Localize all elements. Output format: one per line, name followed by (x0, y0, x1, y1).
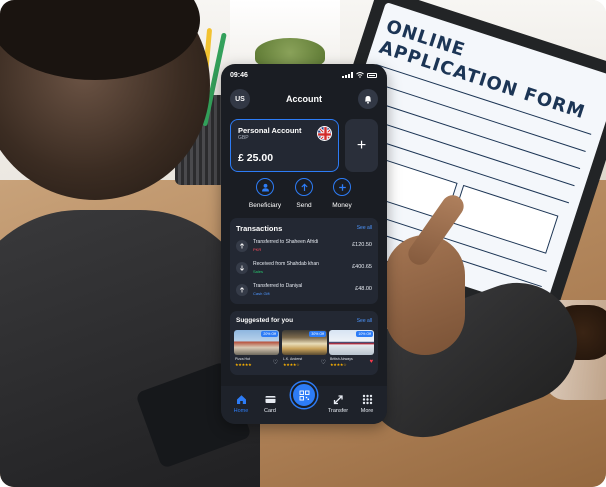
star-rating: ★★★★☆ (283, 362, 300, 367)
heart-icon[interactable]: ♡ (273, 359, 278, 366)
offer-name: British Airways (330, 357, 353, 361)
offer-card[interactable]: 30% Off L.K. Anderst ★★★★☆ ♡ (282, 330, 327, 371)
uk-flag-icon (317, 126, 332, 141)
transaction-amount: £48.00 (355, 286, 372, 292)
suggested-panel: Suggested for you See all 20% Off Pizza … (230, 311, 378, 375)
heart-icon[interactable]: ♡ (321, 359, 326, 366)
signal-icon (342, 72, 353, 78)
money-label: Money (332, 202, 352, 209)
app-header: US Account (221, 88, 387, 110)
transaction-tag: Cash Gift (253, 291, 270, 296)
status-icons (342, 72, 377, 78)
user-icon (256, 178, 274, 196)
banking-app-screen: 09:46 US Account Personal Account GBP £ … (221, 64, 387, 424)
arrow-up-icon (295, 178, 313, 196)
arrow-up-icon (236, 240, 248, 252)
nav-transfer[interactable]: Transfer (323, 394, 353, 414)
nav-home-label: Home (233, 408, 249, 414)
add-account-button[interactable]: + (345, 119, 378, 172)
transaction-amount: £400.65 (352, 264, 372, 270)
star-rating: ★★★★★ (235, 362, 252, 367)
wifi-icon (356, 72, 364, 78)
transaction-amount: £120.50 (352, 242, 372, 248)
suggested-see-all-link[interactable]: See all (357, 318, 372, 324)
offer-card[interactable]: 10% Off British Airways ★★★★☆ ♥ (329, 330, 374, 371)
nav-card-label: Card (264, 408, 276, 414)
transactions-see-all-link[interactable]: See all (357, 225, 372, 231)
account-balance: £ 25.00 (238, 152, 274, 164)
offer-name: L.K. Anderst (283, 357, 303, 361)
transaction-row[interactable]: Received from Shahdab khan Sales £400.65 (236, 260, 372, 280)
transaction-description: Received from Shahdab khan (253, 261, 319, 267)
card-icon (265, 394, 276, 405)
offer-card[interactable]: 20% Off Pizza Hut ★★★★★ ♡ (234, 330, 279, 371)
transaction-row[interactable]: Transferred to Shaheen Afridi PKR £120.5… (236, 238, 372, 258)
nav-more-label: More (360, 408, 374, 414)
transactions-title: Transactions (236, 224, 283, 233)
nav-more[interactable]: More (352, 394, 382, 414)
qr-icon (299, 390, 309, 400)
star-rating: ★★★★☆ (330, 362, 347, 367)
status-bar: 09:46 (221, 64, 387, 86)
money-action[interactable]: Money (319, 178, 365, 209)
offer-badge: 10% Off (356, 331, 373, 337)
notification-bell-icon[interactable] (358, 89, 378, 109)
transaction-row[interactable]: Transferred to Daniyal Cash Gift £48.00 (236, 282, 372, 302)
grid-menu-icon (362, 394, 373, 405)
status-time: 09:46 (230, 72, 248, 79)
heart-icon[interactable]: ♥ (369, 359, 373, 365)
home-icon (236, 394, 247, 405)
battery-icon (367, 72, 377, 78)
scan-qr-button[interactable] (291, 382, 317, 408)
transaction-tag: PKR (253, 247, 262, 252)
offer-name: Pizza Hut (235, 357, 250, 361)
transactions-panel: Transactions See all Transferred to Shah… (230, 218, 378, 304)
offer-badge: 20% Off (261, 331, 278, 337)
quick-actions: Beneficiary Send Money (221, 178, 387, 214)
transaction-description: Transferred to Shaheen Afridi (253, 239, 319, 245)
offer-badge: 30% Off (309, 331, 326, 337)
arrow-down-icon (236, 262, 248, 274)
account-card[interactable]: Personal Account GBP £ 25.00 (230, 119, 339, 172)
transfer-icon (333, 394, 344, 405)
nav-transfer-label: Transfer (327, 408, 349, 414)
bottom-navigation: Home Card Transfer More (221, 382, 387, 424)
nav-home[interactable]: Home (226, 394, 256, 414)
plus-icon (333, 178, 351, 196)
suggested-title: Suggested for you (236, 317, 294, 324)
transaction-description: Transferred to Daniyal (253, 283, 303, 289)
transaction-tag: Sales (253, 269, 264, 274)
nav-card[interactable]: Card (255, 394, 285, 414)
arrow-up-icon (236, 284, 248, 296)
